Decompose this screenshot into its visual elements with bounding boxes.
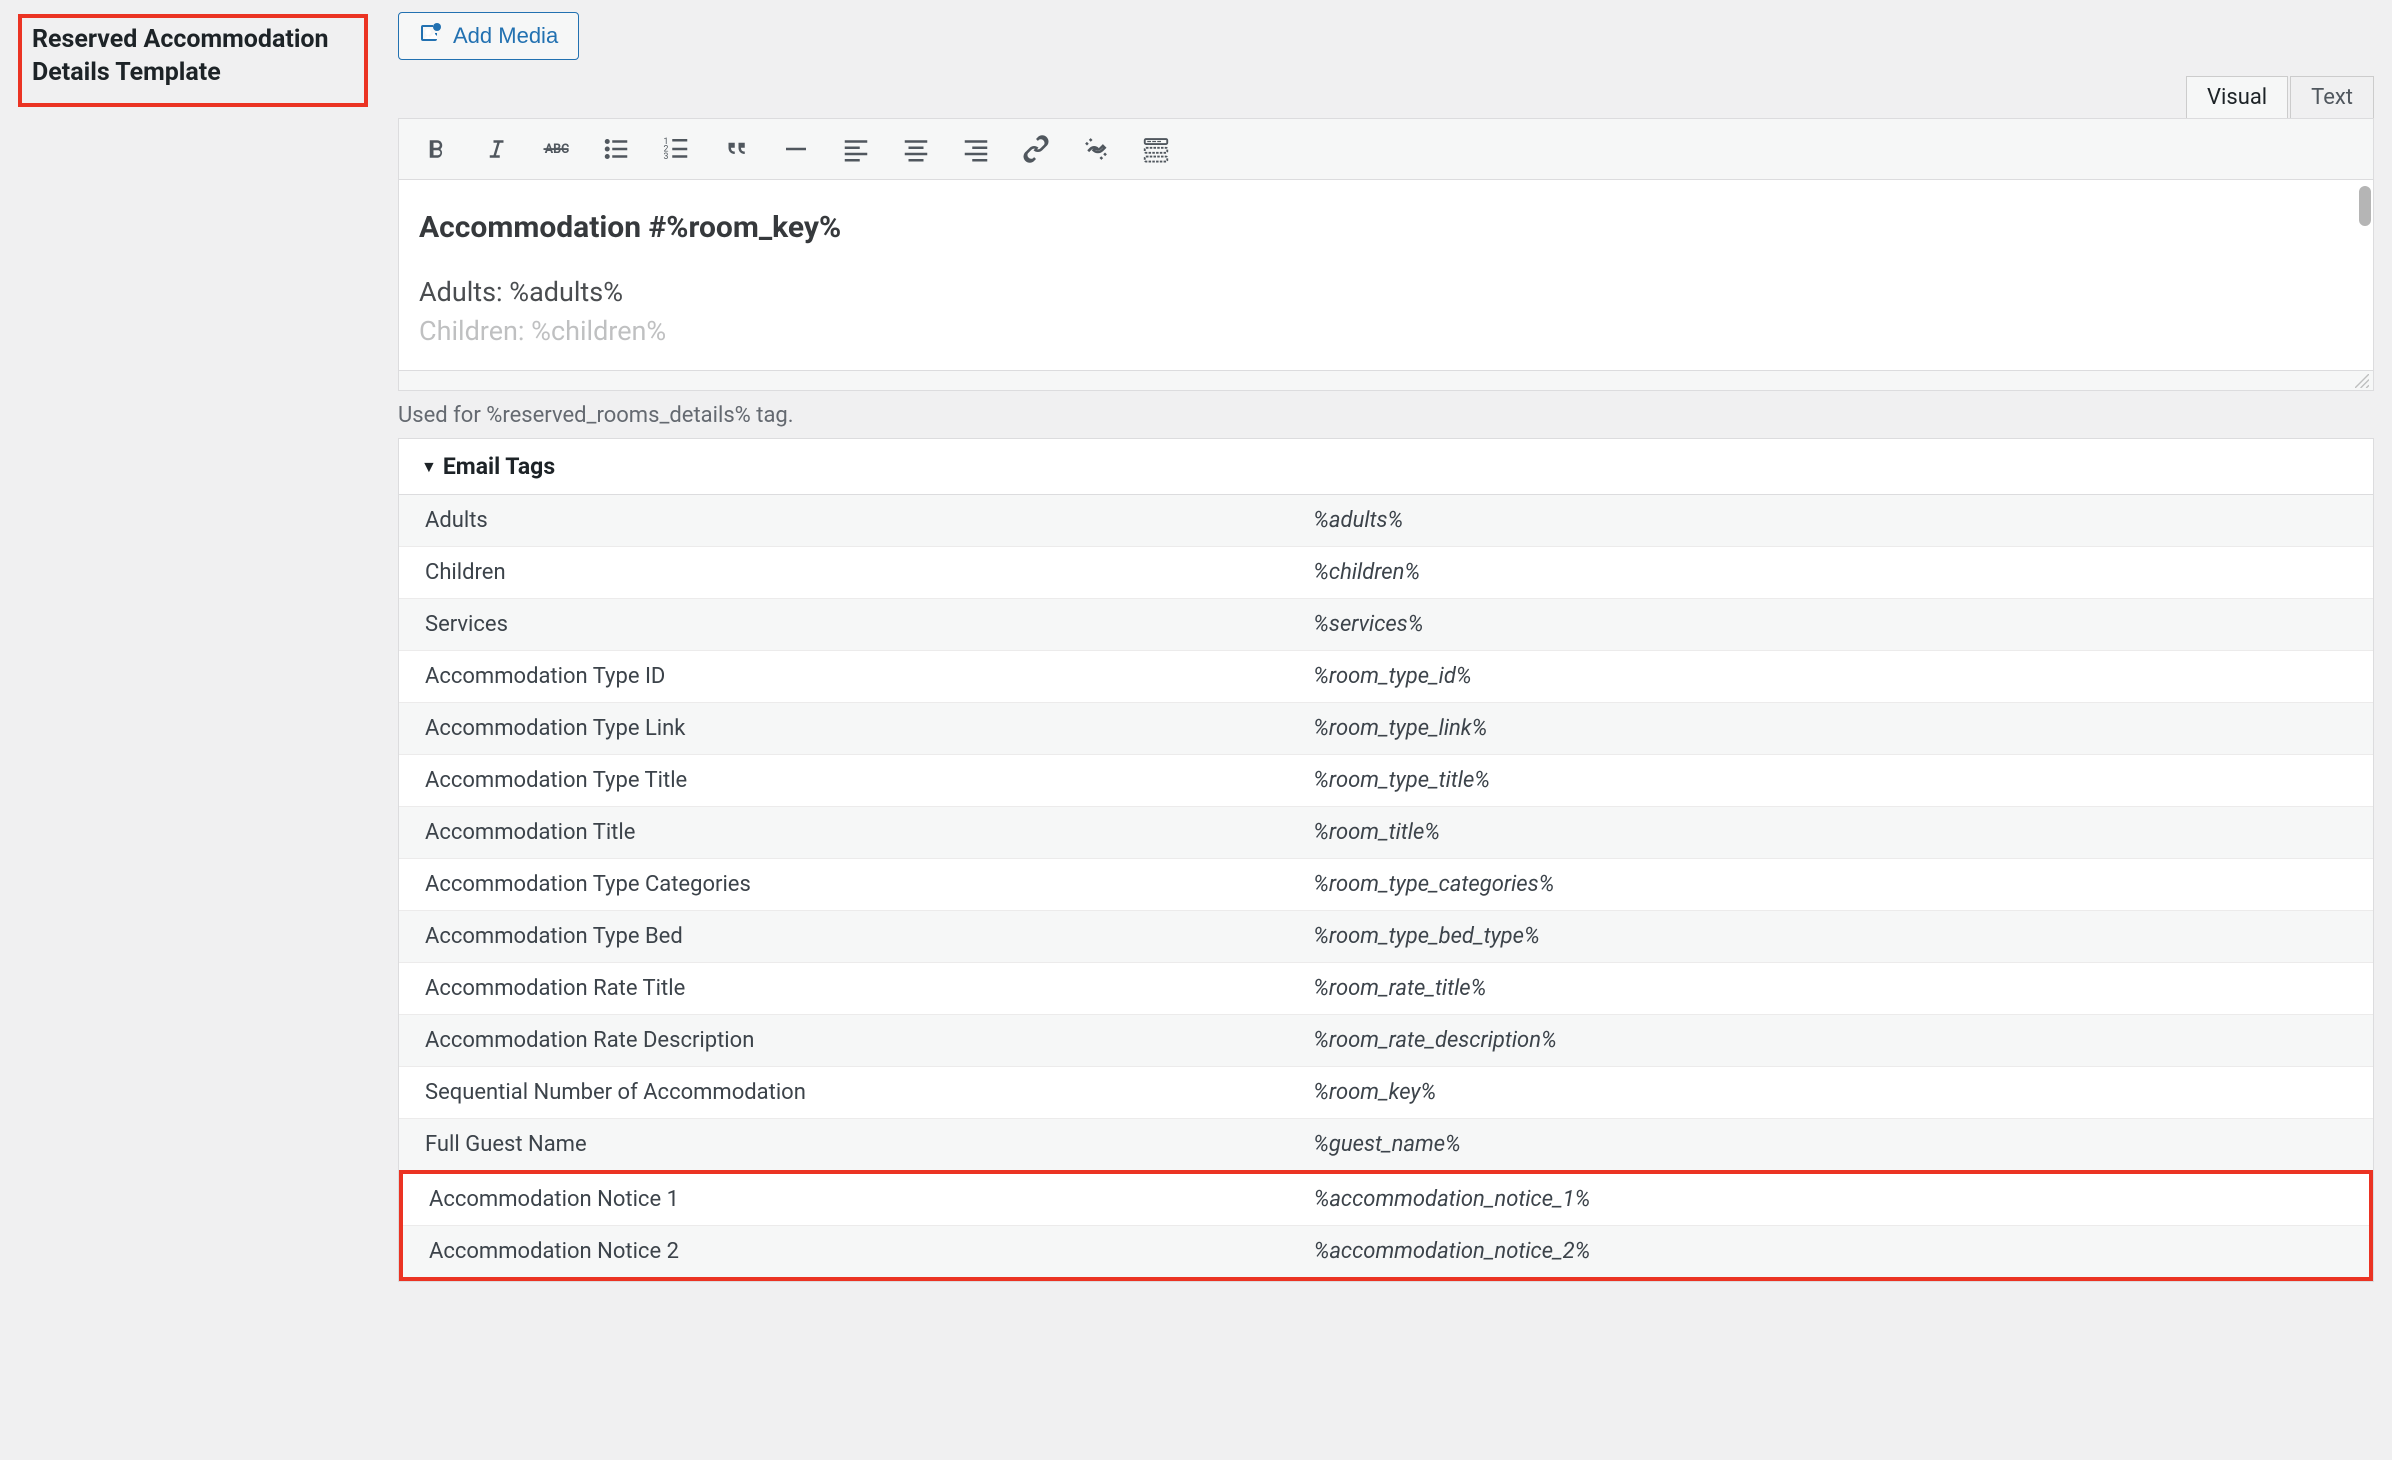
tag-name: Accommodation Type Title bbox=[399, 755, 1287, 806]
table-row: Accommodation Notice 1%accommodation_not… bbox=[403, 1174, 2369, 1226]
tag-value: %room_title% bbox=[1287, 807, 2373, 858]
tag-value: %accommodation_notice_1% bbox=[1288, 1174, 2369, 1225]
tab-visual[interactable]: Visual bbox=[2186, 76, 2288, 119]
media-icon bbox=[419, 21, 443, 51]
bold-button[interactable] bbox=[407, 125, 465, 173]
table-row: Adults%adults% bbox=[399, 495, 2373, 547]
tag-value: %room_type_bed_type% bbox=[1287, 911, 2373, 962]
tag-name: Sequential Number of Accommodation bbox=[399, 1067, 1287, 1118]
tag-name: Accommodation Title bbox=[399, 807, 1287, 858]
tag-name: Adults bbox=[399, 495, 1287, 546]
tag-value: %room_key% bbox=[1287, 1067, 2373, 1118]
italic-button[interactable] bbox=[467, 125, 525, 173]
add-media-label: Add Media bbox=[453, 23, 558, 49]
editor-line-2: Children: %children% bbox=[419, 312, 2353, 351]
horizontal-rule-button[interactable] bbox=[767, 125, 825, 173]
svg-text:3: 3 bbox=[664, 152, 669, 162]
table-row: Accommodation Notice 2%accommodation_not… bbox=[403, 1226, 2369, 1277]
add-media-button[interactable]: Add Media bbox=[398, 12, 579, 60]
tag-value: %room_rate_title% bbox=[1287, 963, 2373, 1014]
toolbar-toggle-button[interactable] bbox=[1127, 125, 1185, 173]
unlink-button[interactable] bbox=[1067, 125, 1125, 173]
table-row: Full Guest Name%guest_name% bbox=[399, 1119, 2373, 1170]
tag-value: %room_type_title% bbox=[1287, 755, 2373, 806]
table-row: Services%services% bbox=[399, 599, 2373, 651]
editor-wrapper: ABC 123 Accommodation #%room_key% Adults… bbox=[398, 118, 2374, 391]
tag-value: %adults% bbox=[1287, 495, 2373, 546]
section-title: Reserved Accommodation Details Template bbox=[18, 14, 368, 107]
tag-value: %accommodation_notice_2% bbox=[1288, 1226, 2369, 1277]
align-left-button[interactable] bbox=[827, 125, 885, 173]
align-center-button[interactable] bbox=[887, 125, 945, 173]
email-tags-table: Adults%adults%Children%children%Services… bbox=[399, 495, 2373, 1170]
resize-handle[interactable] bbox=[399, 370, 2373, 390]
highlighted-rows: Accommodation Notice 1%accommodation_not… bbox=[399, 1170, 2373, 1281]
tag-name: Accommodation Type Bed bbox=[399, 911, 1287, 962]
table-row: Children%children% bbox=[399, 547, 2373, 599]
tag-name: Accommodation Rate Description bbox=[399, 1015, 1287, 1066]
editor-heading: Accommodation #%room_key% bbox=[419, 210, 2353, 245]
tag-value: %room_rate_description% bbox=[1287, 1015, 2373, 1066]
triangle-down-icon: ▼ bbox=[421, 457, 437, 477]
blockquote-button[interactable] bbox=[707, 125, 765, 173]
table-row: Accommodation Type Title%room_type_title… bbox=[399, 755, 2373, 807]
table-row: Accommodation Type Categories%room_type_… bbox=[399, 859, 2373, 911]
table-row: Accommodation Type ID%room_type_id% bbox=[399, 651, 2373, 703]
tag-value: %services% bbox=[1287, 599, 2373, 650]
tag-name: Accommodation Type Link bbox=[399, 703, 1287, 754]
table-row: Accommodation Rate Description%room_rate… bbox=[399, 1015, 2373, 1067]
table-row: Sequential Number of Accommodation%room_… bbox=[399, 1067, 2373, 1119]
editor-toolbar: ABC 123 bbox=[399, 119, 2373, 180]
email-tags-toggle[interactable]: ▼ Email Tags bbox=[399, 439, 2373, 495]
tag-value: %room_type_link% bbox=[1287, 703, 2373, 754]
editor-content[interactable]: Accommodation #%room_key% Adults: %adult… bbox=[399, 180, 2373, 370]
email-tags-section: ▼ Email Tags Adults%adults%Children%chil… bbox=[398, 438, 2374, 1282]
link-button[interactable] bbox=[1007, 125, 1065, 173]
align-right-button[interactable] bbox=[947, 125, 1005, 173]
table-row: Accommodation Type Bed%room_type_bed_typ… bbox=[399, 911, 2373, 963]
tag-name: Full Guest Name bbox=[399, 1119, 1287, 1170]
tag-value: %guest_name% bbox=[1287, 1119, 2373, 1170]
numbered-list-button[interactable]: 123 bbox=[647, 125, 705, 173]
tag-value: %children% bbox=[1287, 547, 2373, 598]
tag-name: Accommodation Type Categories bbox=[399, 859, 1287, 910]
tag-name: Children bbox=[399, 547, 1287, 598]
tag-name: Services bbox=[399, 599, 1287, 650]
table-row: Accommodation Type Link%room_type_link% bbox=[399, 703, 2373, 755]
editor-line-1: Adults: %adults% bbox=[419, 273, 2353, 312]
tag-name: Accommodation Notice 2 bbox=[403, 1226, 1288, 1277]
scrollbar[interactable] bbox=[2359, 186, 2371, 226]
tab-text[interactable]: Text bbox=[2290, 76, 2374, 119]
tag-name: Accommodation Notice 1 bbox=[403, 1174, 1288, 1225]
bullet-list-button[interactable] bbox=[587, 125, 645, 173]
helper-text: Used for %reserved_rooms_details% tag. bbox=[398, 403, 2374, 428]
tag-value: %room_type_id% bbox=[1287, 651, 2373, 702]
tag-name: Accommodation Type ID bbox=[399, 651, 1287, 702]
tag-name: Accommodation Rate Title bbox=[399, 963, 1287, 1014]
table-row: Accommodation Title%room_title% bbox=[399, 807, 2373, 859]
strikethrough-button[interactable]: ABC bbox=[527, 125, 585, 173]
email-tags-title: Email Tags bbox=[443, 453, 555, 480]
table-row: Accommodation Rate Title%room_rate_title… bbox=[399, 963, 2373, 1015]
tag-value: %room_type_categories% bbox=[1287, 859, 2373, 910]
